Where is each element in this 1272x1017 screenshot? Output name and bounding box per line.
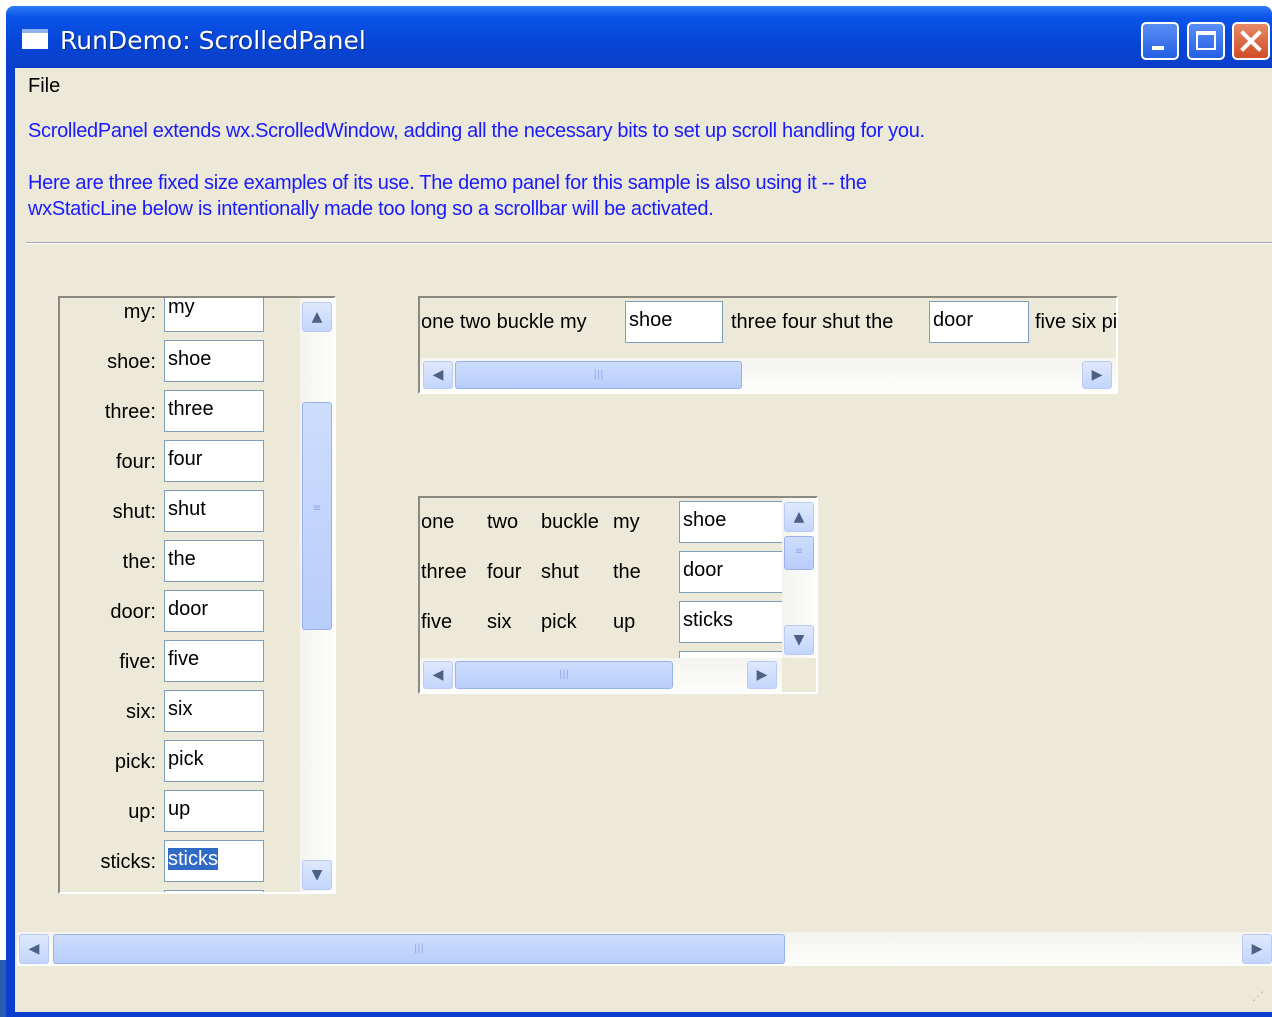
field-pick[interactable]: pick bbox=[164, 740, 264, 782]
main-hscroll-thumb[interactable]: ||| bbox=[53, 934, 785, 964]
panel3-word: pick bbox=[541, 611, 577, 633]
field-six[interactable]: six bbox=[164, 690, 264, 732]
panel3-word: up bbox=[613, 611, 636, 633]
panel3-word: one bbox=[421, 511, 455, 533]
grip-icon: ||| bbox=[593, 369, 604, 380]
vertical-scrolled-panel: my: my shoe: shoe three: three four: fou… bbox=[58, 296, 336, 894]
field-my[interactable]: my bbox=[164, 298, 264, 332]
static-line bbox=[26, 242, 1272, 244]
panel3-vscroll-thumb[interactable]: ≡ bbox=[784, 536, 814, 570]
panel1-vscroll-thumb[interactable]: ≡ bbox=[302, 402, 332, 630]
panel1-scroll-up-button[interactable]: ▲ bbox=[302, 302, 332, 332]
main-scroll-right-button[interactable]: ▶ bbox=[1242, 934, 1272, 964]
desktop-edge bbox=[0, 960, 6, 1017]
selected-text: sticks bbox=[168, 848, 218, 870]
minimize-icon bbox=[1152, 46, 1164, 50]
panel2-scroll-right-button[interactable]: ▶ bbox=[1082, 361, 1112, 389]
grip-icon: ≡ bbox=[312, 503, 322, 514]
menu-file[interactable]: File bbox=[28, 75, 60, 98]
grip-icon: ||| bbox=[413, 943, 425, 954]
panel3-scroll-left-button[interactable]: ◀ bbox=[423, 661, 453, 689]
panel3-hscroll-thumb[interactable]: ||| bbox=[455, 661, 673, 689]
label-my: my: bbox=[123, 301, 156, 323]
panel3-scroll-right-button[interactable]: ▶ bbox=[747, 661, 777, 689]
chevron-left-icon: ◀ bbox=[432, 667, 444, 683]
chevron-up-icon: ▲ bbox=[311, 309, 323, 325]
grip-icon: ||| bbox=[558, 669, 570, 680]
chevron-down-icon: ▼ bbox=[793, 632, 805, 648]
field-partial[interactable] bbox=[164, 890, 264, 892]
close-icon bbox=[1240, 30, 1262, 52]
label-door: door: bbox=[110, 601, 156, 623]
panel3-scroll-up-button[interactable]: ▲ bbox=[784, 502, 814, 532]
panel3-word: shut bbox=[541, 561, 579, 583]
panel3-scroll-down-button[interactable]: ▼ bbox=[784, 625, 814, 655]
panel3-word: two bbox=[487, 511, 519, 533]
panel1-scroll-down-button[interactable]: ▼ bbox=[302, 860, 332, 890]
panel3-scroll-corner bbox=[782, 658, 816, 692]
panel2-field-shoe[interactable]: shoe bbox=[625, 301, 723, 343]
chevron-down-icon: ▼ bbox=[311, 867, 323, 883]
description-line-1: ScrolledPanel extends wx.ScrolledWindow,… bbox=[28, 120, 925, 142]
field-shut[interactable]: shut bbox=[164, 490, 264, 532]
chevron-up-icon: ▲ bbox=[793, 509, 805, 525]
panel2-text-3: five six pick bbox=[1035, 311, 1118, 333]
label-pick: pick: bbox=[114, 751, 156, 773]
panel3-word: buckle bbox=[541, 511, 599, 533]
maximize-button[interactable] bbox=[1187, 22, 1225, 60]
label-sticks: sticks: bbox=[100, 851, 156, 873]
label-three: three: bbox=[104, 401, 156, 423]
app-window-icon bbox=[22, 29, 48, 49]
field-sticks[interactable]: sticks bbox=[164, 840, 264, 882]
chevron-left-icon: ◀ bbox=[28, 941, 40, 957]
panel2-scroll-left-button[interactable]: ◀ bbox=[423, 361, 453, 389]
label-up: up: bbox=[128, 801, 156, 823]
label-the: the: bbox=[122, 551, 156, 573]
label-four: four: bbox=[115, 451, 156, 473]
panel3-word: three bbox=[421, 561, 467, 583]
grip-icon: ≡ bbox=[794, 546, 804, 557]
maximize-icon bbox=[1196, 31, 1216, 50]
chevron-right-icon: ▶ bbox=[1091, 367, 1103, 383]
chevron-left-icon: ◀ bbox=[432, 367, 444, 383]
panel2-text-2: three four shut the bbox=[731, 311, 894, 333]
panel3-field-sticks[interactable]: sticks bbox=[679, 601, 783, 643]
panel3-word: four bbox=[487, 561, 522, 583]
field-the[interactable]: the bbox=[164, 540, 264, 582]
field-three[interactable]: three bbox=[164, 390, 264, 432]
menu-bar bbox=[15, 68, 1272, 104]
field-shoe[interactable]: shoe bbox=[164, 340, 264, 382]
label-shut: shut: bbox=[112, 501, 156, 523]
panel1-content: my: my shoe: shoe three: three four: fou… bbox=[60, 298, 300, 892]
resize-grip-icon[interactable]: ⋰ bbox=[1252, 990, 1268, 1008]
horizontal-scrolled-panel: one two buckle my shoe three four shut t… bbox=[418, 296, 1118, 394]
panel3-field-shoe[interactable]: shoe bbox=[679, 501, 783, 543]
chevron-right-icon: ▶ bbox=[1251, 941, 1263, 957]
panel3-word: five bbox=[421, 611, 453, 633]
label-shoe: shoe: bbox=[107, 351, 156, 373]
window-title: RunDemo: ScrolledPanel bbox=[60, 26, 366, 55]
grid-scrolled-panel: one two buckle my shoe three four shut t… bbox=[418, 496, 818, 694]
panel3-field-door[interactable]: door bbox=[679, 551, 783, 593]
panel3-word: the bbox=[613, 561, 641, 583]
label-five: five: bbox=[119, 651, 156, 673]
chevron-right-icon: ▶ bbox=[756, 667, 768, 683]
description-line-2: Here are three fixed size examples of it… bbox=[28, 172, 867, 194]
label-six: six: bbox=[126, 701, 156, 723]
panel3-word: six bbox=[487, 611, 512, 633]
panel2-text-1: one two buckle my bbox=[421, 311, 587, 333]
minimize-button[interactable] bbox=[1141, 22, 1179, 60]
field-four[interactable]: four bbox=[164, 440, 264, 482]
panel3-word: my bbox=[613, 511, 640, 533]
description-line-3: wxStaticLine below is intentionally made… bbox=[28, 198, 714, 220]
panel2-field-door[interactable]: door bbox=[929, 301, 1029, 343]
panel2-hscroll-thumb[interactable]: ||| bbox=[455, 361, 742, 389]
main-scroll-left-button[interactable]: ◀ bbox=[19, 934, 49, 964]
field-door[interactable]: door bbox=[164, 590, 264, 632]
field-up[interactable]: up bbox=[164, 790, 264, 832]
close-button[interactable] bbox=[1232, 22, 1270, 60]
field-five[interactable]: five bbox=[164, 640, 264, 682]
